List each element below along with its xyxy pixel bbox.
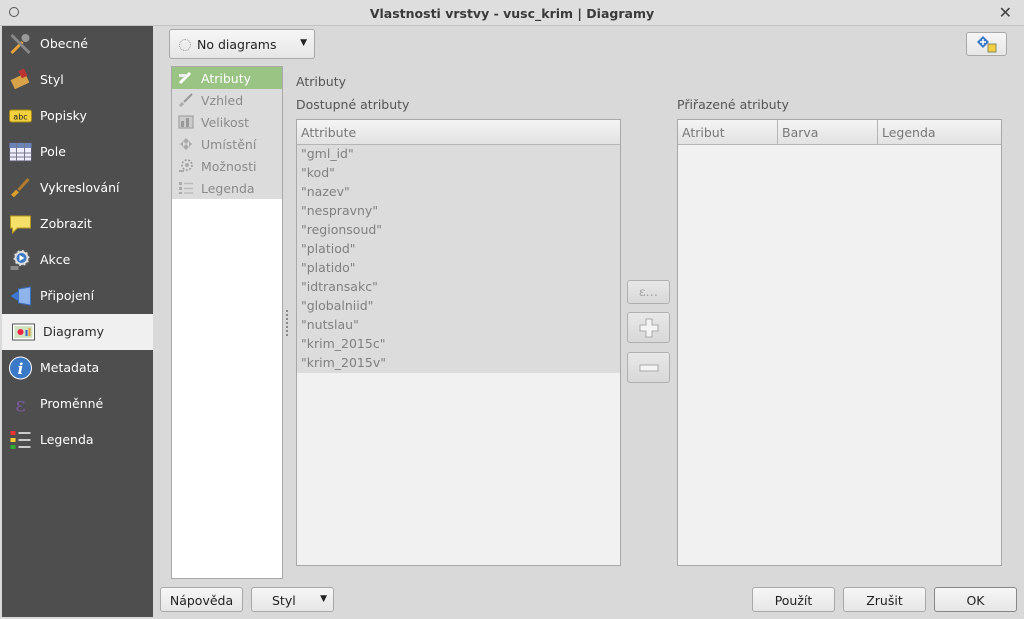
help-button[interactable]: Nápověda <box>160 587 243 612</box>
available-attributes-rows: "gml_id" "kod" "nazev" "nespravny" "regi… <box>297 145 620 373</box>
subnav-item-moznosti[interactable]: Možnosti <box>172 155 282 177</box>
list-item[interactable]: "globalniid" <box>301 298 373 317</box>
abc-label-icon: abc <box>9 109 32 123</box>
sidebar-item-metadata[interactable]: i Metadata <box>2 350 153 386</box>
sidebar-item-akce[interactable]: Akce <box>2 242 153 278</box>
style-menu-button[interactable]: Styl ▼ <box>251 587 334 612</box>
list-item[interactable]: "platido" <box>301 260 356 279</box>
legend-icon <box>10 431 31 449</box>
speech-bubble-icon <box>10 215 31 235</box>
sidebar-item-obecne[interactable]: Obecné <box>2 26 153 62</box>
list-header: Attribute <box>297 120 620 145</box>
sidebar-item-pole[interactable]: Pole <box>2 134 153 170</box>
legend-icon <box>179 182 193 194</box>
cancel-button[interactable]: Zrušit <box>843 587 926 612</box>
options-icon <box>179 159 193 172</box>
sidebar: Obecné Styl abc Popisky Pole Vykreslován… <box>2 26 153 617</box>
paint-icon <box>10 68 30 90</box>
gear-play-icon <box>10 249 31 270</box>
sidebar-item-pripojeni[interactable]: Připojení <box>2 278 153 314</box>
style-button-label: Styl <box>272 593 296 608</box>
diagram-icon <box>12 323 35 341</box>
list-item[interactable]: "regionsoud" <box>301 222 382 241</box>
plus-icon <box>639 318 658 338</box>
brush-icon <box>178 93 193 107</box>
diagram-settings-panel: No diagrams ▼ Atributy Vzhled Velikost U… <box>155 26 1024 619</box>
available-attributes-list[interactable]: Attribute "gml_id" "kod" "nazev" "nespra… <box>296 119 621 566</box>
tools-icon <box>10 33 31 55</box>
subnav-item-vzhled[interactable]: Vzhled <box>172 89 282 111</box>
diagram-layers-icon <box>976 36 996 53</box>
column-header-legenda[interactable]: Legenda <box>882 125 936 140</box>
diagram-type-select[interactable]: No diagrams ▼ <box>169 29 315 59</box>
list-item[interactable]: "gml_id" <box>301 146 354 165</box>
section-title: Atributy <box>296 74 346 89</box>
close-icon[interactable]: ✕ <box>999 3 1012 22</box>
svg-text:abc: abc <box>13 113 27 122</box>
join-icon <box>10 286 31 306</box>
svg-text:i: i <box>18 360 24 378</box>
column-header-atribut[interactable]: Atribut <box>682 125 725 140</box>
sidebar-item-popisky[interactable]: abc Popisky <box>2 98 153 134</box>
remove-attribute-button[interactable] <box>627 352 670 383</box>
no-diagram-icon <box>179 39 191 51</box>
chevron-down-icon: ▼ <box>300 38 307 48</box>
list-item[interactable]: "nespravny" <box>301 203 378 222</box>
placement-icon <box>180 138 192 150</box>
attributes-icon <box>178 71 192 85</box>
list-item[interactable]: "idtransakc" <box>301 279 378 298</box>
minus-icon <box>639 364 658 372</box>
subnav-item-umisteni[interactable]: Umístění <box>172 133 282 155</box>
available-attributes-label: Dostupné atributy <box>296 97 410 112</box>
assigned-attributes-table[interactable]: Atribut Barva Legenda <box>677 119 1002 566</box>
add-attribute-button[interactable] <box>627 312 670 343</box>
sidebar-item-legenda[interactable]: Legenda <box>2 422 153 458</box>
sidebar-item-zobrazit[interactable]: Zobrazit <box>2 206 153 242</box>
column-header-attribute[interactable]: Attribute <box>301 125 356 140</box>
epsilon-icon: ε <box>15 392 25 416</box>
chevron-down-icon: ▼ <box>320 594 327 604</box>
list-item[interactable]: "nazev" <box>301 184 350 203</box>
subnav-splitter-handle[interactable] <box>286 310 289 336</box>
subnav-item-velikost[interactable]: Velikost <box>172 111 282 133</box>
size-icon <box>178 115 194 129</box>
subnav-item-atributy[interactable]: Atributy <box>172 67 282 89</box>
sidebar-item-vykreslovani[interactable]: Vykreslování <box>2 170 153 206</box>
brush-icon <box>11 177 30 198</box>
list-item[interactable]: "kod" <box>301 165 335 184</box>
sidebar-item-promenne[interactable]: ε Proměnné <box>2 386 153 422</box>
list-item[interactable]: "platiod" <box>301 241 356 260</box>
list-item[interactable]: "krim_2015v" <box>301 355 386 374</box>
apply-button[interactable]: Použít <box>752 587 835 612</box>
table-header: Atribut Barva Legenda <box>678 120 1001 145</box>
sidebar-item-styl[interactable]: Styl <box>2 62 153 98</box>
expression-button[interactable]: ε… <box>627 280 670 304</box>
window-title: Vlastnosti vrstvy - vusc_krim | Diagramy <box>369 6 655 21</box>
ok-button[interactable]: OK <box>934 587 1017 612</box>
table-icon <box>9 142 32 162</box>
diagram-subnav: Atributy Vzhled Velikost Umístění Možnos… <box>171 66 283 579</box>
sidebar-item-diagramy[interactable]: Diagramy <box>2 314 153 350</box>
diagram-settings-button[interactable] <box>966 32 1007 56</box>
title-bar: Vlastnosti vrstvy - vusc_krim | Diagramy… <box>0 0 1024 26</box>
svg-text:ε: ε <box>15 392 25 416</box>
subnav-item-legenda[interactable]: Legenda <box>172 177 282 199</box>
list-item[interactable]: "nutslau" <box>301 317 359 336</box>
info-icon: i <box>9 356 32 380</box>
assigned-attributes-label: Přiřazené atributy <box>677 97 789 112</box>
list-item[interactable]: "krim_2015c" <box>301 336 385 355</box>
column-header-barva[interactable]: Barva <box>782 125 818 140</box>
